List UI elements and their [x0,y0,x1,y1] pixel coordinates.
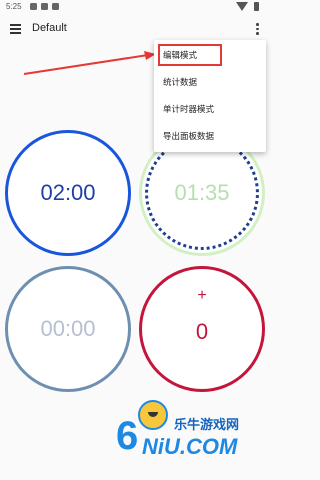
watermark-digit: 6 [116,414,139,458]
watermark-logo: NiU.COM [142,434,238,459]
menu-item-export-panel-data[interactable]: 导出面板数据 [163,130,214,142]
timer-value: 00:00 [40,316,96,341]
menu-item-statistics[interactable]: 统计数据 [163,76,197,88]
more-options-icon[interactable] [255,22,259,36]
hamburger-menu-icon[interactable] [10,24,21,34]
counter-value: 0 [195,319,209,344]
timer-card-1[interactable]: 02:00 [5,130,131,256]
status-time: 5:25 [6,2,22,11]
battery-icon [254,2,259,11]
annotation-highlight-box [158,44,222,66]
watermark-brand: 乐牛游戏网 [174,417,240,432]
status-bar: 5:25 [0,0,270,14]
app-title: Default [32,22,67,34]
annotation-arrow [23,51,156,75]
wifi-icon [236,2,248,11]
menu-item-single-timer-mode[interactable]: 单计时器模式 [163,103,214,115]
counter-card[interactable]: + 0 [139,266,265,392]
watermark: 6 乐牛游戏网 NiU.COM [116,396,266,466]
notification-icon [52,3,59,10]
notification-icon [41,3,48,10]
notification-icon [30,3,37,10]
timer-card-3[interactable]: 00:00 [5,266,131,392]
timer-value: 02:00 [40,180,96,205]
mascot-icon [138,400,168,430]
